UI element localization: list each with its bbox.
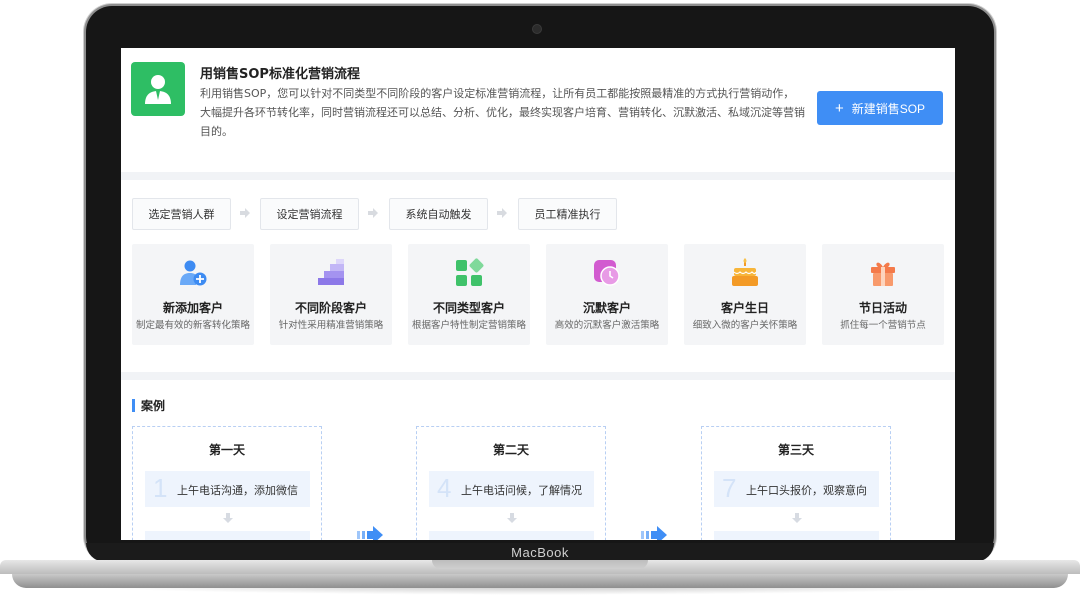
- task-item[interactable]: 4 上午电话问候，了解情况: [429, 471, 594, 507]
- day-title: 第二天: [492, 443, 529, 457]
- task-item[interactable]: [714, 531, 879, 540]
- clock-icon: [594, 260, 620, 286]
- card-new-customer[interactable]: 新添加客户 制定最有效的新客转化策略: [132, 244, 254, 345]
- new-sop-button[interactable]: + 新建销售SOP: [817, 91, 943, 125]
- day-title: 第三天: [777, 443, 814, 457]
- arrow-right-icon: [240, 208, 250, 218]
- arrow-right-icon: [368, 208, 378, 218]
- add-user-icon: [180, 260, 207, 286]
- task-number: 1: [153, 473, 168, 503]
- task-text: 上午口头报价，观察意向: [746, 484, 867, 497]
- laptop-brand-label: MacBook: [511, 545, 569, 560]
- card-silent-customer[interactable]: 沉默客户 高效的沉默客户激活策略: [546, 244, 668, 345]
- grid-icon: [456, 258, 484, 286]
- day-column: 第三天 7 上午口头报价，观察意向: [701, 426, 891, 540]
- intro-title: 用销售SOP标准化营销流程: [200, 67, 360, 82]
- task-number: 4: [437, 473, 452, 503]
- arrow-right-icon: [641, 526, 667, 540]
- intro-description: 利用销售SOP，您可以针对不同类型不同阶段的客户设定标准营销流程，让所有员工都能…: [200, 87, 805, 138]
- day-column: 第二天 4 上午电话问候，了解情况: [416, 426, 606, 540]
- task-item[interactable]: [429, 531, 594, 540]
- card-holiday[interactable]: 节日活动 抓住每一个营销节点: [822, 244, 944, 345]
- screen: 用销售SOP标准化营销流程 利用销售SOP，您可以针对不同类型不同阶段的客户设定…: [121, 48, 955, 540]
- arrow-right-icon: [497, 208, 507, 218]
- card-title: 不同阶段客户: [294, 301, 367, 315]
- camera-dot: [532, 24, 542, 34]
- day-title: 第一天: [208, 443, 245, 457]
- arrow-right-icon: [357, 526, 383, 540]
- task-number: 7: [722, 473, 737, 503]
- card-birthday[interactable]: 客户生日 细致入微的客户关怀策略: [684, 244, 806, 345]
- day-column: 第一天 1 上午电话沟通，添加微信: [132, 426, 322, 540]
- cake-icon: [732, 258, 758, 286]
- step-set-flow[interactable]: 设定营销流程: [260, 198, 359, 230]
- card-title: 不同类型客户: [432, 301, 505, 315]
- section-marker: [132, 398, 135, 412]
- intro-section: 用销售SOP标准化营销流程 利用销售SOP，您可以针对不同类型不同阶段的客户设定…: [121, 48, 955, 172]
- task-item[interactable]: 7 上午口头报价，观察意向: [714, 471, 879, 507]
- card-title: 新添加客户: [162, 301, 223, 315]
- user-icon: [131, 62, 185, 116]
- task-item[interactable]: 1 上午电话沟通，添加微信: [145, 471, 310, 507]
- task-text: 上午电话沟通，添加微信: [177, 484, 298, 497]
- step-staff-execute[interactable]: 员工精准执行: [518, 198, 617, 230]
- card-stage-customer[interactable]: 不同阶段客户 针对性采用精准营销策略: [270, 244, 392, 345]
- cases-header: 案例: [132, 398, 166, 413]
- cases-section: 案例 第一天 1 上午电话沟通，添加微信 第二天 4 上午电话问候，了解情况 第…: [121, 380, 955, 540]
- card-desc: 细致入微的客户关怀策略: [692, 320, 798, 331]
- laptop-opening-notch: [432, 560, 648, 569]
- arrow-down-icon: [223, 513, 233, 523]
- flow-section: 选定营销人群 设定营销流程 系统自动触发 员工精准执行 新添加客户 制定最有效的…: [121, 180, 955, 372]
- new-sop-button-label: 新建销售SOP: [851, 101, 926, 116]
- card-title: 节日活动: [858, 301, 907, 315]
- task-text: 上午电话问候，了解情况: [461, 484, 582, 497]
- cases-title: 案例: [141, 398, 166, 413]
- card-desc: 针对性采用精准营销策略: [278, 320, 384, 331]
- card-title: 客户生日: [720, 301, 769, 315]
- step-auto-trigger[interactable]: 系统自动触发: [389, 198, 488, 230]
- card-desc: 制定最有效的新客转化策略: [135, 320, 250, 331]
- stairs-icon: [318, 259, 344, 285]
- gift-icon: [871, 262, 895, 286]
- task-item[interactable]: [145, 531, 310, 540]
- arrow-down-icon: [507, 513, 517, 523]
- card-desc: 根据客户特性制定营销策略: [411, 320, 526, 331]
- card-desc: 抓住每一个营销节点: [840, 320, 926, 331]
- step-select-crowd[interactable]: 选定营销人群: [132, 198, 231, 230]
- laptop-base-edge: [12, 574, 1068, 588]
- arrow-down-icon: [792, 513, 802, 523]
- card-title: 沉默客户: [582, 301, 631, 315]
- card-desc: 高效的沉默客户激活策略: [554, 320, 660, 331]
- plus-icon: +: [834, 99, 844, 117]
- card-type-customer[interactable]: 不同类型客户 根据客户特性制定营销策略: [408, 244, 530, 345]
